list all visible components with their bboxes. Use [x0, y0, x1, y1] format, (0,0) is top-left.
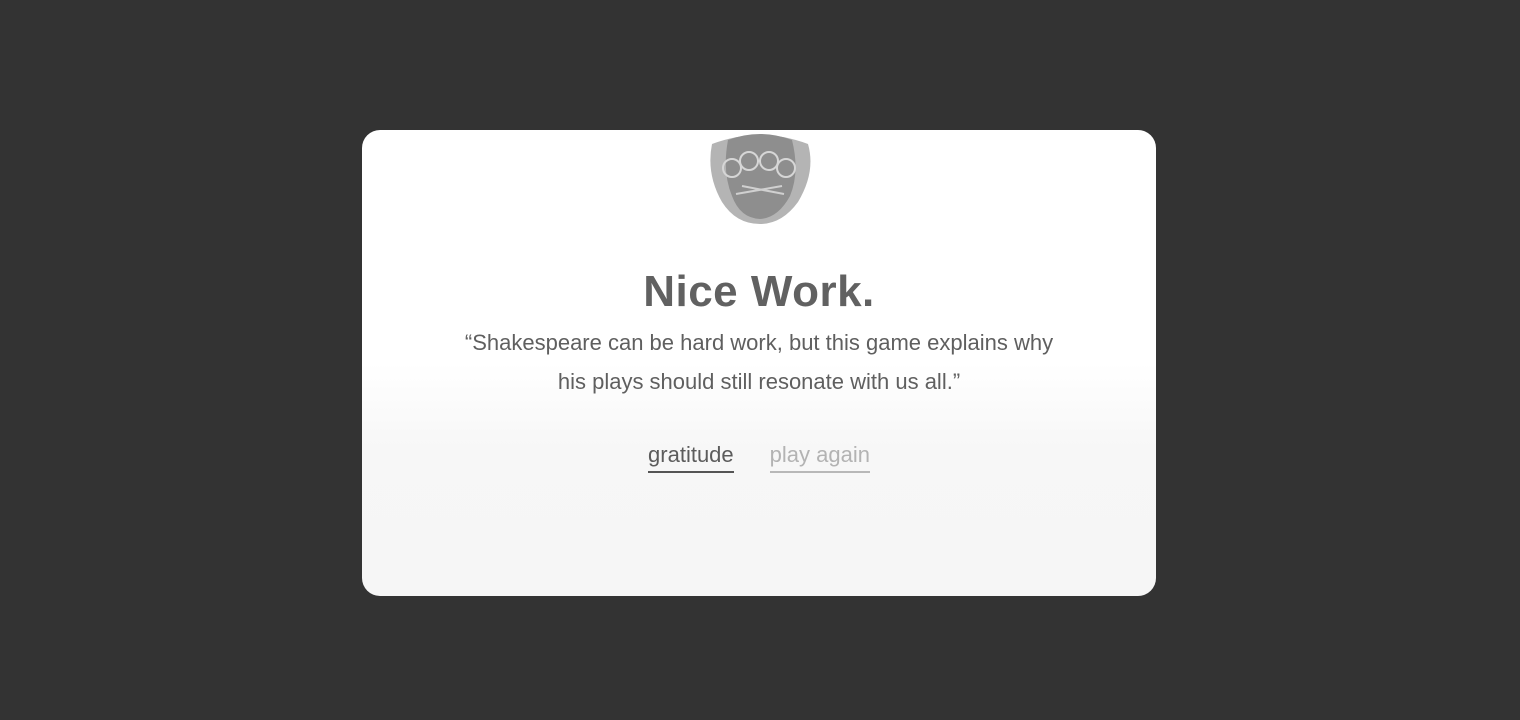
gratitude-link[interactable]: gratitude [648, 440, 734, 473]
result-title: Nice Work. [643, 267, 875, 316]
dialog-actions: gratitude play again [362, 440, 1156, 473]
review-quote: “Shakespeare can be hard work, but this … [464, 330, 1054, 394]
game-end-screen: Nice Work. “Shakespeare can be hard work… [0, 0, 1520, 720]
avatar-icon [710, 134, 811, 224]
result-dialog: Nice Work. “Shakespeare can be hard work… [362, 130, 1156, 596]
play-again-link[interactable]: play again [769, 440, 870, 473]
